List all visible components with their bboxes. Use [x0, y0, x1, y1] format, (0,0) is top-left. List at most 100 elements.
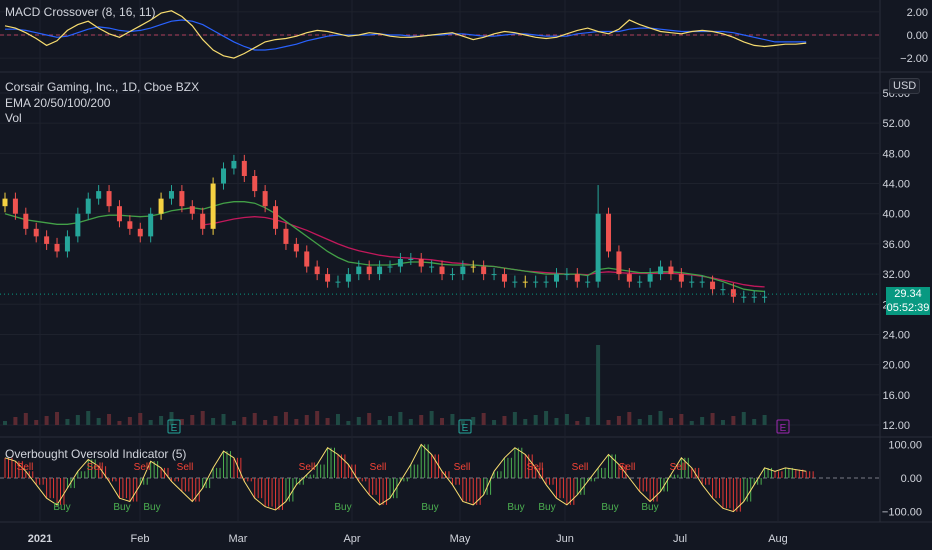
- price-tick-label: 12.00: [882, 420, 910, 432]
- candle-body: [23, 213, 29, 229]
- sell-signal-label: Sell: [17, 462, 34, 473]
- volume-bar: [741, 412, 746, 425]
- macd-tick-label: −2.00: [900, 53, 928, 65]
- price-tick-label: 44.00: [882, 179, 910, 191]
- volume-bar: [481, 413, 486, 425]
- x-tick-label: Apr: [343, 533, 360, 545]
- sell-signal-label: Sell: [134, 462, 151, 473]
- candle-body: [366, 266, 372, 275]
- volume-bar: [388, 416, 392, 425]
- volume-bar: [346, 421, 351, 425]
- buy-signal-label: Buy: [334, 502, 351, 513]
- candle-body: [189, 206, 195, 214]
- candle-body: [335, 281, 341, 283]
- candle-body: [200, 213, 206, 229]
- vol-legend[interactable]: Vol: [5, 111, 22, 125]
- volume-bar: [471, 417, 476, 425]
- candle-body: [626, 274, 632, 282]
- candle-body: [408, 259, 414, 260]
- volume-bar: [107, 414, 112, 425]
- candle-body: [658, 266, 664, 275]
- volume-bar: [700, 417, 705, 425]
- ema-legend[interactable]: EMA 20/50/100/200: [5, 96, 110, 110]
- volume-bar: [689, 421, 694, 425]
- candle-body: [210, 183, 216, 229]
- volume-bar: [367, 413, 372, 425]
- candle-body: [12, 198, 18, 214]
- price-tick-label: 16.00: [882, 390, 910, 402]
- volume-bar: [606, 420, 611, 425]
- candle-body: [64, 236, 70, 252]
- price-tick-label: 32.00: [882, 269, 910, 281]
- candle-body: [491, 274, 497, 276]
- price-tick-label: 52.00: [882, 118, 910, 130]
- volume-bar: [752, 419, 757, 425]
- volume-bar: [86, 411, 91, 425]
- candle-body: [148, 213, 154, 237]
- candle-body: [741, 296, 747, 298]
- volume-bar: [356, 417, 361, 425]
- candle-body: [96, 191, 102, 199]
- volume-bar: [65, 419, 70, 425]
- last-price-badge: 29.34: [886, 287, 930, 301]
- candle-body: [127, 221, 133, 229]
- candle-body: [116, 206, 122, 222]
- candle-body: [304, 251, 310, 267]
- candle-body: [252, 176, 258, 192]
- buy-signal-label: Buy: [507, 502, 524, 513]
- x-tick-label: Jun: [556, 533, 574, 545]
- candle-body: [637, 281, 643, 283]
- candle-body: [720, 289, 726, 291]
- osc-tick-label: 0.00: [901, 473, 922, 485]
- volume-bar: [377, 420, 382, 425]
- volume-bar: [408, 419, 413, 425]
- candle-body: [75, 213, 81, 237]
- candle-body: [710, 281, 716, 290]
- volume-bar: [596, 345, 601, 425]
- volume-bar: [96, 418, 101, 425]
- buy-signal-label: Buy: [53, 502, 70, 513]
- symbol-title[interactable]: Corsair Gaming, Inc., 1D, Cboe BZX: [5, 80, 199, 94]
- x-tick-label: Feb: [131, 533, 150, 545]
- candle-body: [345, 274, 351, 282]
- candle-body: [262, 191, 268, 207]
- candle-body: [606, 213, 612, 252]
- volume-bar: [627, 412, 632, 425]
- macd-tick-label: 0.00: [907, 30, 928, 42]
- volume-bar: [252, 413, 257, 425]
- volume-bar: [523, 419, 528, 425]
- price-tick-label: 24.00: [882, 329, 910, 341]
- buy-signal-label: Buy: [601, 502, 618, 513]
- candle-body: [273, 206, 279, 229]
- sell-signal-label: Sell: [87, 462, 104, 473]
- volume-bar: [231, 421, 236, 425]
- volume-bar: [3, 421, 7, 425]
- candle-body: [689, 281, 695, 283]
- volume-bar: [648, 415, 653, 425]
- buy-signal-label: Buy: [143, 502, 160, 513]
- currency-badge[interactable]: USD: [889, 78, 921, 94]
- candle-body: [397, 259, 403, 267]
- volume-bar: [429, 411, 434, 425]
- candle-body: [231, 160, 237, 169]
- candle-body: [283, 228, 289, 244]
- volume-bar: [127, 417, 132, 425]
- osc-tick-label: −100.00: [882, 507, 922, 519]
- candle-body: [221, 168, 227, 184]
- sell-signal-label: Sell: [527, 462, 544, 473]
- volume-bar: [117, 421, 122, 425]
- volume-bar: [75, 415, 80, 425]
- volume-bar: [544, 411, 549, 425]
- sell-signal-label: Sell: [572, 462, 589, 473]
- buy-signal-label: Buy: [113, 502, 130, 513]
- volume-bar: [335, 414, 340, 425]
- candle-body: [387, 266, 393, 268]
- volume-bar: [13, 417, 18, 425]
- candle-body: [522, 281, 528, 283]
- volume-bar: [304, 415, 309, 425]
- volume-bar: [23, 413, 28, 425]
- sell-signal-label: Sell: [670, 462, 687, 473]
- x-tick-label: May: [450, 533, 471, 545]
- candle-body: [44, 236, 50, 244]
- volume-bar: [658, 411, 663, 425]
